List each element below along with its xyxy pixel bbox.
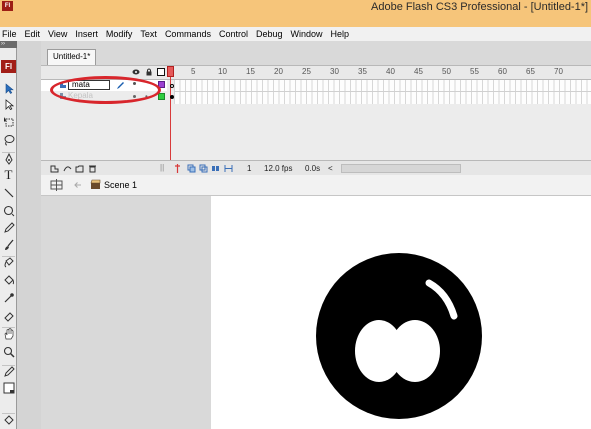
edit-multiple-frames-icon[interactable] [211, 164, 220, 173]
document-tab[interactable]: Untitled-1* [47, 49, 97, 65]
menu-view[interactable]: View [44, 29, 71, 39]
brush-tool-icon[interactable] [2, 238, 15, 251]
flash-app-icon[interactable]: Fl [2, 1, 13, 11]
layer-color-swatch[interactable] [158, 93, 165, 100]
divider-grip[interactable]: || [160, 163, 164, 172]
subselection-tool-icon[interactable] [2, 98, 15, 111]
outline-all-icon[interactable] [157, 68, 165, 76]
frame-number: 25 [302, 67, 311, 76]
oval-tool-icon[interactable] [2, 204, 15, 217]
stage[interactable] [211, 196, 591, 429]
menu-edit[interactable]: Edit [21, 29, 45, 39]
menu-modify[interactable]: Modify [102, 29, 137, 39]
title-bar: Fl Adobe Flash CS3 Professional - [Untit… [0, 0, 591, 27]
timeline-footer: || 1 12.0 fps 0.0s < [41, 160, 591, 176]
text-tool-icon[interactable]: T [2, 167, 15, 182]
menu-control[interactable]: Control [215, 29, 252, 39]
fill-color-icon[interactable] [2, 413, 15, 426]
insert-layer-icon[interactable] [50, 164, 59, 173]
lasso-tool-icon[interactable] [2, 133, 15, 146]
add-motion-guide-icon[interactable] [63, 164, 72, 173]
scene-clapper-icon [90, 179, 101, 189]
paint-bucket-tool-icon[interactable] [2, 273, 15, 286]
frame-number: 40 [386, 67, 395, 76]
pen-tool-icon[interactable] [2, 152, 15, 165]
frame-number: 50 [442, 67, 451, 76]
timeline-scrollbar[interactable] [341, 164, 461, 173]
onion-skin-outlines-icon[interactable] [199, 164, 208, 173]
current-frame: 1 [247, 164, 252, 173]
selection-tool-icon[interactable] [2, 82, 15, 95]
menu-debug[interactable]: Debug [252, 29, 287, 39]
eyedropper-tool-icon[interactable] [2, 291, 15, 304]
edit-bar: Scene 1 [41, 175, 591, 196]
menu-file[interactable]: File [0, 29, 21, 39]
frame-number: 10 [218, 67, 227, 76]
stroke-swatch-icon[interactable] [2, 381, 15, 394]
frame-row-divider [174, 91, 591, 92]
keyframe-marker[interactable] [170, 95, 174, 99]
eye-artwork[interactable] [211, 196, 591, 429]
frame-rate[interactable]: 12.0 fps [264, 164, 292, 173]
frame-number: 5 [191, 67, 196, 76]
menu-text[interactable]: Text [136, 29, 161, 39]
show-hide-all-icon[interactable] [132, 68, 140, 76]
highlight-annotation [50, 76, 161, 104]
menu-help[interactable]: Help [327, 29, 354, 39]
delete-layer-icon[interactable] [88, 164, 97, 173]
panel-grip[interactable]: ›› [0, 41, 17, 48]
back-arrow-icon[interactable] [74, 181, 82, 189]
flash-logo: Fl [1, 60, 16, 73]
document-tab-bar: Untitled-1* [41, 41, 591, 65]
frame-number: 20 [274, 67, 283, 76]
free-transform-tool-icon[interactable] [2, 115, 15, 128]
frame-number: 35 [358, 67, 367, 76]
panel-divider [17, 41, 41, 429]
insert-folder-icon[interactable] [75, 164, 84, 173]
scene-label[interactable]: Scene 1 [104, 180, 137, 190]
frame-number: 30 [330, 67, 339, 76]
frame-number: 60 [498, 67, 507, 76]
line-tool-icon[interactable] [2, 186, 15, 199]
menu-commands[interactable]: Commands [161, 29, 215, 39]
center-frame-icon[interactable] [174, 164, 181, 173]
playhead[interactable] [167, 66, 174, 77]
pencil-tool-icon[interactable] [2, 221, 15, 234]
menu-bar: File Edit View Insert Modify Text Comman… [0, 27, 591, 41]
playhead-line [170, 66, 171, 170]
frame-number: 45 [414, 67, 423, 76]
pasteboard [41, 196, 211, 429]
window-title: Adobe Flash CS3 Professional - [Untitled… [371, 1, 589, 13]
lock-all-icon[interactable] [145, 68, 153, 76]
keyframe-marker[interactable] [170, 84, 174, 88]
onion-skin-icon[interactable] [187, 164, 196, 173]
scroll-left-button[interactable]: < [328, 164, 333, 173]
frame-number: 70 [554, 67, 563, 76]
menu-insert[interactable]: Insert [71, 29, 102, 39]
modify-onion-markers-icon[interactable] [224, 164, 233, 173]
timeline-toggle-icon[interactable] [50, 179, 63, 191]
frame-number: 15 [246, 67, 255, 76]
tools-panel: ›› Fl T [0, 41, 17, 429]
timeline-frames[interactable] [174, 80, 591, 104]
hand-tool-icon[interactable] [2, 327, 15, 340]
menu-window[interactable]: Window [287, 29, 327, 39]
zoom-tool-icon[interactable] [2, 345, 15, 358]
stroke-color-icon[interactable] [2, 365, 15, 378]
frame-number: 65 [526, 67, 535, 76]
frame-number: 55 [470, 67, 479, 76]
ink-bottle-tool-icon[interactable] [2, 256, 15, 269]
eraser-tool-icon[interactable] [2, 309, 15, 322]
elapsed-time: 0.0s [305, 164, 321, 173]
